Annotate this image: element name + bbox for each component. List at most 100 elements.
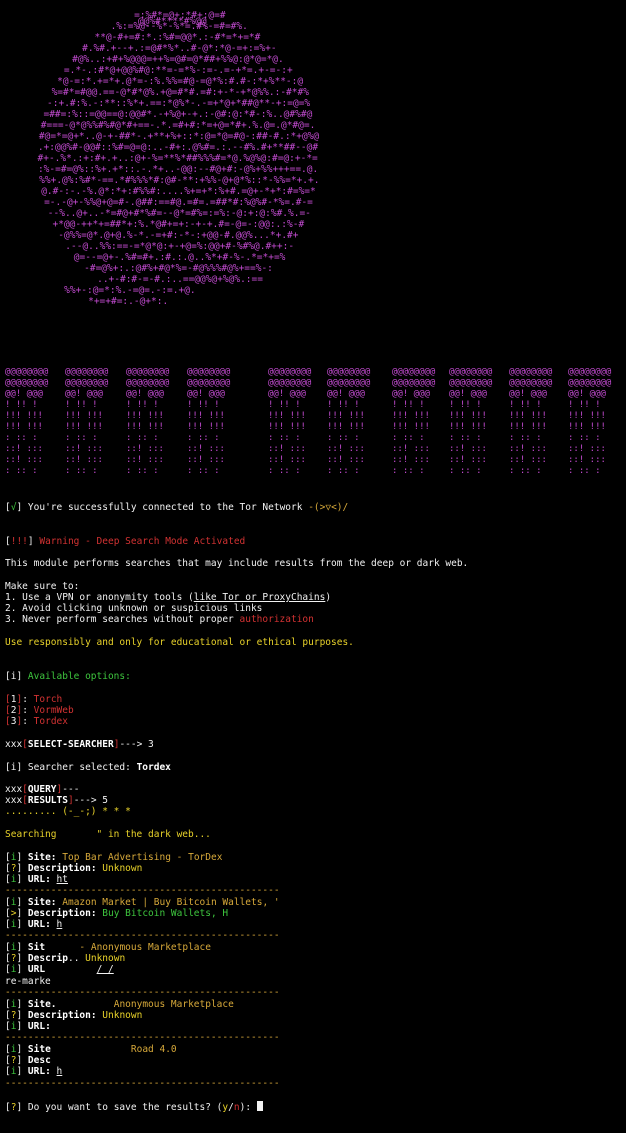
svg-text:@@@@@@@@: @@@@@@@@	[5, 367, 49, 377]
result-4-url: [i] URL:	[5, 1021, 51, 1032]
ascii-art-row: #@%..:+#+%@@@=++%=@#=@*##+%%@:@*@=*@.	[72, 54, 284, 65]
svg-text:@@! @@@: @@! @@@	[187, 389, 226, 399]
result-5-site: [i] Site Road 4.0	[5, 1044, 177, 1055]
svg-text:@@@@@@@@: @@@@@@@@	[327, 367, 371, 377]
svg-text:: :: :: : :: :	[187, 466, 220, 476]
svg-text:: :: :: : :: :	[65, 433, 98, 443]
svg-text:@@@@@@@@: @@@@@@@@	[187, 367, 231, 377]
save-results-prompt[interactable]: [?] Do you want to save the results? (y/…	[5, 1101, 263, 1113]
results-prompt: xxx[RESULTS]---> 5	[5, 795, 109, 806]
banner-letter: @@@@@@@@@@@@@@@@@@! @@@! !! !!!! !!!!!! …	[327, 367, 371, 476]
svg-text:!!! !!!: !!! !!!	[187, 411, 225, 421]
svg-text:@@@@@@@@: @@@@@@@@	[327, 378, 371, 388]
banner-letter: @@@@@@@@@@@@@@@@@@! @@@! !! !!!! !!!!!! …	[5, 367, 49, 476]
ascii-art-row: @.#-:-.-%.@*:*+:#%%#:....%+=+*:%+#.=@+-*…	[41, 186, 316, 197]
svg-text:::! :::: ::! :::	[187, 455, 225, 465]
svg-text:::! :::: ::! :::	[568, 444, 606, 454]
result-2-site: [i] Site: Amazon Market | Buy Bitcoin Wa…	[5, 897, 280, 908]
svg-text:@@@@@@@@: @@@@@@@@	[268, 367, 312, 377]
svg-text:@@@@@@@@: @@@@@@@@	[509, 367, 553, 377]
tip-2: 2. Avoid clicking unknown or suspicious …	[5, 603, 263, 614]
ascii-art-row: =##=:%::=@@==@:@@#*.-+%@+-+.:-@#:@:*#-:%…	[43, 109, 312, 120]
tor-status-line: [√] You're successfully connected to the…	[5, 502, 349, 513]
svg-text:::! :::: ::! :::	[449, 455, 487, 465]
result-2-link[interactable]: h	[57, 919, 63, 930]
svg-text:@@! @@@: @@! @@@	[568, 389, 607, 399]
svg-text:!!! !!!: !!! !!!	[392, 422, 430, 432]
svg-text:: :: :: : :: :	[187, 433, 220, 443]
svg-text:@@! @@@: @@! @@@	[392, 389, 431, 399]
result-2-description: [>] Description: Buy Bitcoin Wallets, H	[5, 908, 229, 919]
ascii-art-row: *@-=:*.+=*+.@*=-:%.%%=#@-=@*%:#.#-:*+%**…	[57, 76, 303, 87]
separator: ----------------------------------------…	[5, 987, 280, 998]
banner-letter: @@@@@@@@@@@@@@@@@@! @@@! !! !!!! !!!!!! …	[509, 367, 553, 476]
ascii-art-logo: =:%#*=@+:*#+:@=# .%:=%@--%*-%*=.#%-=#=#%.…	[0, 10, 626, 350]
warning-title: Warning - Deep Search Mode Activated	[39, 536, 246, 547]
ascii-art-row: -#=@%+:.:@#%+#@*%=-#@%%%#@%+==%-:	[84, 263, 273, 274]
ascii-art-row: .--@..%%:==-=*@*@:+-+@=%:@@+#-%#%@.#++:-	[65, 241, 294, 252]
result-1-link[interactable]: ht	[57, 874, 68, 885]
svg-text:::! :::: ::! :::	[126, 455, 164, 465]
svg-text:@@! @@@: @@! @@@	[65, 389, 104, 399]
result-3-site: [i] Sit - Anonymous Marketplace	[5, 942, 211, 953]
responsible-use-note: Use responsibly and only for educational…	[5, 637, 354, 648]
searcher-selected-line: [i] Searcher selected: Tordex	[5, 762, 171, 773]
svg-text:!!! !!!: !!! !!!	[126, 422, 164, 432]
option-3: [3]: Tordex	[5, 716, 68, 727]
result-4-description: [?] Description: Unknown	[5, 1010, 143, 1021]
svg-text:!!! !!!: !!! !!!	[327, 411, 365, 421]
warning-line: [!!!] Warning - Deep Search Mode Activat…	[5, 536, 246, 547]
module-description: This module performs searches that may i…	[5, 558, 469, 569]
svg-text:!!! !!!: !!! !!!	[5, 422, 43, 432]
result-1-description: [?] Description: Unknown	[5, 863, 143, 874]
svg-text:: :: :: : :: :	[5, 466, 38, 476]
tor-face: -(>▽<)/	[308, 502, 349, 513]
ascii-art-top: @@%#****#%@@	[138, 16, 207, 27]
result-3-link[interactable]: / /	[97, 964, 114, 975]
svg-text:@@! @@@: @@! @@@	[5, 389, 44, 399]
separator: ----------------------------------------…	[5, 930, 280, 941]
terminal-cursor[interactable]	[256, 1101, 263, 1111]
svg-text:::! :::: ::! :::	[126, 444, 164, 454]
result-5-link[interactable]: h	[57, 1066, 63, 1077]
svg-text:@@! @@@: @@! @@@	[126, 389, 165, 399]
ascii-art-graphic: =:%#*=@+:*#+:@=#.%:=%@--%*-%*=.#%-=#=#%.…	[38, 10, 320, 307]
searching-status: Searching " in the dark web...	[5, 829, 211, 840]
svg-text:!!! !!!: !!! !!!	[126, 411, 164, 421]
svg-text:@@@@@@@@: @@@@@@@@	[449, 378, 493, 388]
ascii-art-row: %=#*=#@@.==-@*#*@%.+@=#*#.=#:+-*-+*@%%.:…	[52, 87, 310, 98]
ascii-art-row: **@-#+=#:*.:%#=@@*.:-#*=*+=*#	[95, 32, 261, 43]
banner-letter: @@@@@@@@@@@@@@@@@@! @@@! !! !!!! !!!!!! …	[65, 367, 109, 476]
tip-3: 3. Never perform searches without proper…	[5, 614, 314, 625]
svg-text:@@@@@@@@: @@@@@@@@	[392, 367, 436, 377]
svg-text:! !! !: ! !! !	[187, 400, 220, 410]
svg-text:@@@@@@@@: @@@@@@@@	[5, 378, 49, 388]
svg-text:: :: :: : :: :	[392, 433, 425, 443]
svg-text:! !! !: ! !! !	[509, 400, 542, 410]
ascii-art-row: #===-@*@%%#%#@*#+==-.*.=#+#:*=+@=*#+.%.@…	[41, 120, 316, 131]
svg-text:::! :::: ::! :::	[392, 444, 430, 454]
result-1-url: [i] URL: ht	[5, 874, 68, 885]
svg-text:!!! !!!: !!! !!!	[65, 411, 103, 421]
banner-letter: @@@@@@@@@@@@@@@@@@! @@@! !! !!!! !!!!!! …	[268, 367, 312, 476]
svg-text:!!! !!!: !!! !!!	[65, 422, 103, 432]
svg-text:@@@@@@@@: @@@@@@@@	[126, 378, 170, 388]
svg-text:::! :::: ::! :::	[65, 455, 103, 465]
banner-graphic: @@@@@@@@@@@@@@@@@@! @@@! !! !!!! !!!!!! …	[5, 367, 612, 476]
result-1-site: [i] Site: Top Bar Advertising - TorDex	[5, 852, 223, 863]
ascii-art-row: :%-=#=@%::%+.+*::.-.*+..-@@:--#@+#:-@%+%…	[38, 164, 318, 175]
svg-text:@@@@@@@@: @@@@@@@@	[187, 378, 231, 388]
result-3-url: [i] URL / /	[5, 964, 114, 975]
svg-text:@@@@@@@@: @@@@@@@@	[568, 367, 612, 377]
svg-text:!!! !!!: !!! !!!	[327, 422, 365, 432]
svg-text:::! :::: ::! :::	[392, 455, 430, 465]
svg-text:::! :::: ::! :::	[327, 444, 365, 454]
svg-text:! !! !: ! !! !	[268, 400, 301, 410]
svg-text:::! :::: ::! :::	[65, 444, 103, 454]
query-prompt: xxx[QUERY]---	[5, 784, 80, 795]
svg-text:@@@@@@@@: @@@@@@@@	[126, 367, 170, 377]
result-3-extra: re-marke	[5, 976, 51, 987]
banner-letter: @@@@@@@@@@@@@@@@@@! @@@! !! !!!! !!!!!! …	[392, 367, 436, 476]
svg-text:: :: :: : :: :	[568, 433, 601, 443]
svg-text:! !! !: ! !! !	[449, 400, 482, 410]
